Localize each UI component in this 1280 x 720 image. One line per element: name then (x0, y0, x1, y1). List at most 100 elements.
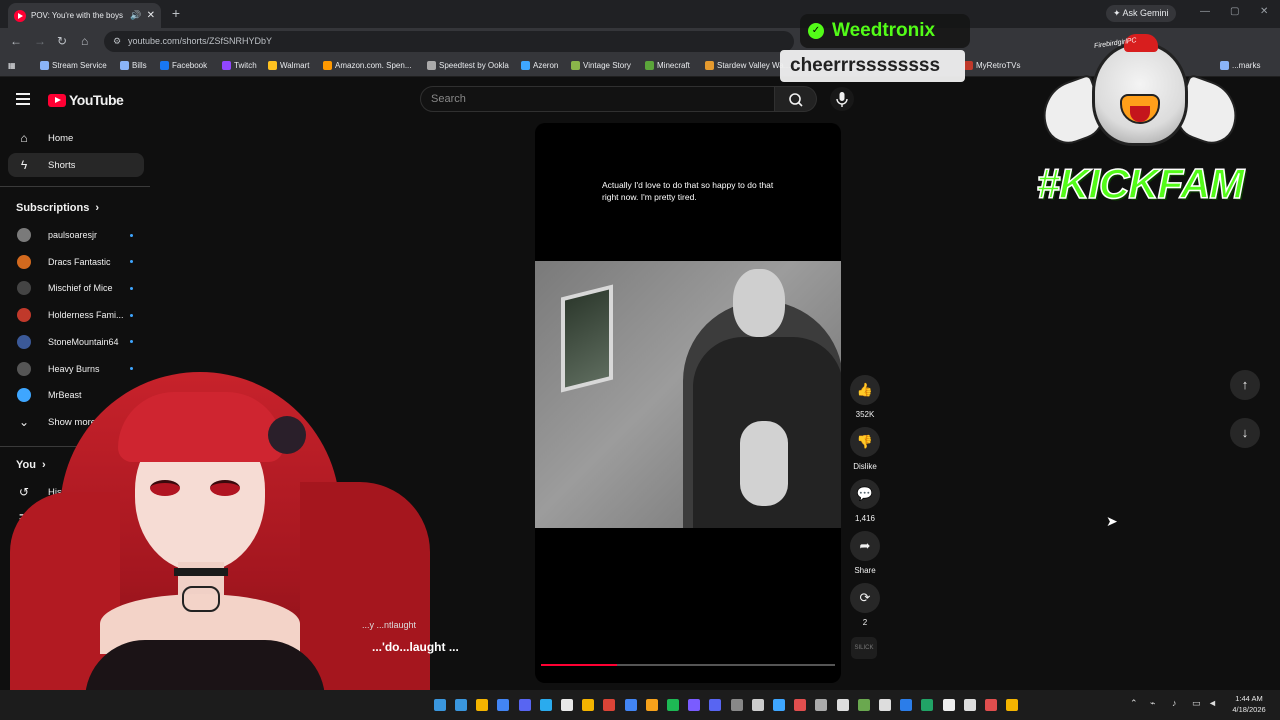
taskbar-app-icon[interactable] (857, 699, 870, 711)
share-label: Share (854, 566, 876, 575)
search-input[interactable]: Search (420, 86, 775, 112)
bookmark-favicon-icon (120, 61, 129, 70)
taskbar-app-icon[interactable] (942, 699, 955, 711)
reload-icon[interactable]: ↻ (57, 34, 67, 48)
bookmark-item[interactable]: Bills (120, 61, 147, 70)
comments-label: 1,416 (854, 514, 876, 523)
tray-mic-icon[interactable]: ♪ (1172, 698, 1177, 708)
taskbar-app-icon[interactable] (539, 699, 552, 711)
new-content-dot (130, 367, 133, 370)
taskbar-clock[interactable]: 1:44 AM 4/18/2026 (1222, 693, 1276, 715)
windows-taskbar (0, 690, 1280, 720)
short-title-partial[interactable]: ...'do...laught ... (372, 640, 459, 654)
taskbar-app-icon[interactable] (1006, 699, 1019, 711)
bookmark-label: Azeron (533, 61, 559, 70)
taskbar-app-icon[interactable] (476, 699, 489, 711)
taskbar-app-icon[interactable] (709, 699, 722, 711)
dislike-button[interactable]: 👎 (850, 427, 880, 457)
taskbar-app-icon[interactable] (730, 699, 743, 711)
bookmark-item[interactable]: Azeron (521, 61, 558, 70)
taskbar-app-icon[interactable] (455, 699, 467, 711)
next-short-button[interactable]: ↓ (1230, 418, 1260, 448)
bookmark-item[interactable]: Stream Service (40, 61, 107, 70)
taskbar-app-icon[interactable] (985, 699, 997, 711)
sidebar-subscription-item[interactable]: Mischief of Mice (8, 277, 144, 299)
bookmark-item[interactable]: Walmart (268, 61, 309, 70)
like-button[interactable]: 👍 (850, 375, 880, 405)
browser-tab-active[interactable]: POV: You're with the boys # 🔊 ✕ (8, 3, 161, 28)
apps-grid-icon[interactable]: ▦ (8, 61, 16, 70)
channel-name-partial[interactable]: ...y ...ntlaught (362, 620, 416, 630)
sidebar-item-label: Home (48, 132, 74, 144)
taskbar-app-icon[interactable] (921, 699, 934, 711)
taskbar-app-icon[interactable] (794, 699, 807, 711)
taskbar-app-icon[interactable] (879, 699, 891, 711)
forward-icon[interactable]: → (34, 34, 46, 48)
tab-close-icon[interactable]: ✕ (147, 10, 155, 21)
taskbar-app-icon[interactable] (518, 699, 531, 711)
subscriptions-header[interactable]: Subscriptions › (16, 202, 99, 214)
home-browser-icon[interactable]: ⌂ (81, 34, 88, 48)
taskbar-app-icon[interactable] (963, 699, 976, 711)
bookmark-item[interactable]: Twitch (222, 61, 257, 70)
remix-button[interactable]: ⟳ (850, 583, 880, 613)
vtuber-avatar (0, 372, 440, 720)
sidebar-subscription-item[interactable]: Holderness Fami... (8, 304, 144, 326)
taskbar-app-icon[interactable] (900, 699, 913, 711)
taskbar-app-icon[interactable] (836, 699, 849, 711)
bookmark-item[interactable]: Stardew Valley Wa... (705, 61, 790, 70)
taskbar-app-icon[interactable] (751, 699, 764, 711)
speaker-icon[interactable]: 🔊 (130, 10, 141, 21)
taskbar-app-icon[interactable] (497, 699, 510, 711)
site-info-icon[interactable]: ⚙ (113, 31, 121, 52)
previous-short-button[interactable]: ↑ (1230, 370, 1260, 400)
sidebar-subscription-item[interactable]: Dracs Fantastic (8, 251, 144, 273)
taskbar-app-icon[interactable] (603, 699, 616, 711)
bookmark-item[interactable]: Facebook (160, 61, 207, 70)
remix-label: 2 (862, 618, 868, 627)
taskbar-app-icon[interactable] (582, 699, 595, 711)
video-frame[interactable] (535, 261, 841, 528)
bookmark-favicon-icon (964, 61, 973, 70)
taskbar-app-icon[interactable] (624, 699, 637, 711)
sidebar-subscription-item[interactable]: StoneMountain64 (8, 331, 144, 353)
share-button[interactable]: ➦ (850, 531, 880, 561)
maximize-icon[interactable]: ▢ (1230, 6, 1239, 17)
taskbar-app-icon[interactable] (667, 699, 679, 711)
sidebar-subscription-item[interactable]: paulsoaresjr (8, 224, 144, 246)
bookmark-label: Twitch (234, 61, 257, 70)
video-progress-bar[interactable] (541, 664, 835, 666)
new-tab-button[interactable]: + (167, 5, 185, 23)
like-label: 352K (855, 410, 875, 419)
sidebar-item-home[interactable]: ⌂ Home (8, 126, 144, 150)
taskbar-app-icon[interactable] (561, 699, 573, 711)
search-button[interactable] (775, 86, 817, 112)
taskbar-app-icon[interactable] (773, 699, 785, 711)
back-icon[interactable]: ← (10, 34, 22, 48)
voice-search-button[interactable] (830, 87, 854, 111)
bookmark-item[interactable]: MyRetroTVs (964, 61, 1020, 70)
sidebar-item-shorts[interactable]: ϟ Shorts (8, 153, 144, 177)
menu-icon[interactable] (16, 93, 30, 108)
minimize-icon[interactable]: — (1200, 6, 1210, 17)
bookmark-item[interactable]: Vintage Story (571, 61, 631, 70)
tray-display-icon[interactable]: ▭ (1192, 698, 1201, 709)
windows-start-icon[interactable] (434, 699, 446, 711)
sound-thumbnail[interactable]: SILICK (851, 637, 877, 659)
taskbar-app-icon[interactable] (815, 699, 828, 711)
tray-network-icon[interactable]: ⌁ (1150, 698, 1155, 709)
bookmark-item[interactable]: Speedtest by Ookla (427, 61, 509, 70)
address-bar[interactable]: ⚙ youtube.com/shorts/ZSfSNRHYDbY (104, 31, 794, 52)
taskbar-app-icon[interactable] (645, 699, 658, 711)
short-video-player[interactable]: Actually I'd love to do that so happy to… (535, 123, 841, 683)
bookmark-item[interactable]: Minecraft (645, 61, 690, 70)
comments-button[interactable]: 💬 (850, 479, 880, 509)
ask-gemini-button[interactable]: ✦ Ask Gemini (1106, 5, 1176, 22)
tray-chevron-icon[interactable]: ⌃ (1130, 698, 1138, 709)
close-window-icon[interactable]: ✕ (1260, 6, 1268, 17)
tab-title: POV: You're with the boys # (31, 11, 126, 20)
tray-volume-icon[interactable]: ◄ (1208, 698, 1217, 708)
bookmark-item[interactable]: Amazon.com. Spen... (323, 61, 411, 70)
youtube-logo[interactable]: YouTube (48, 92, 124, 108)
taskbar-app-icon[interactable] (688, 699, 701, 711)
